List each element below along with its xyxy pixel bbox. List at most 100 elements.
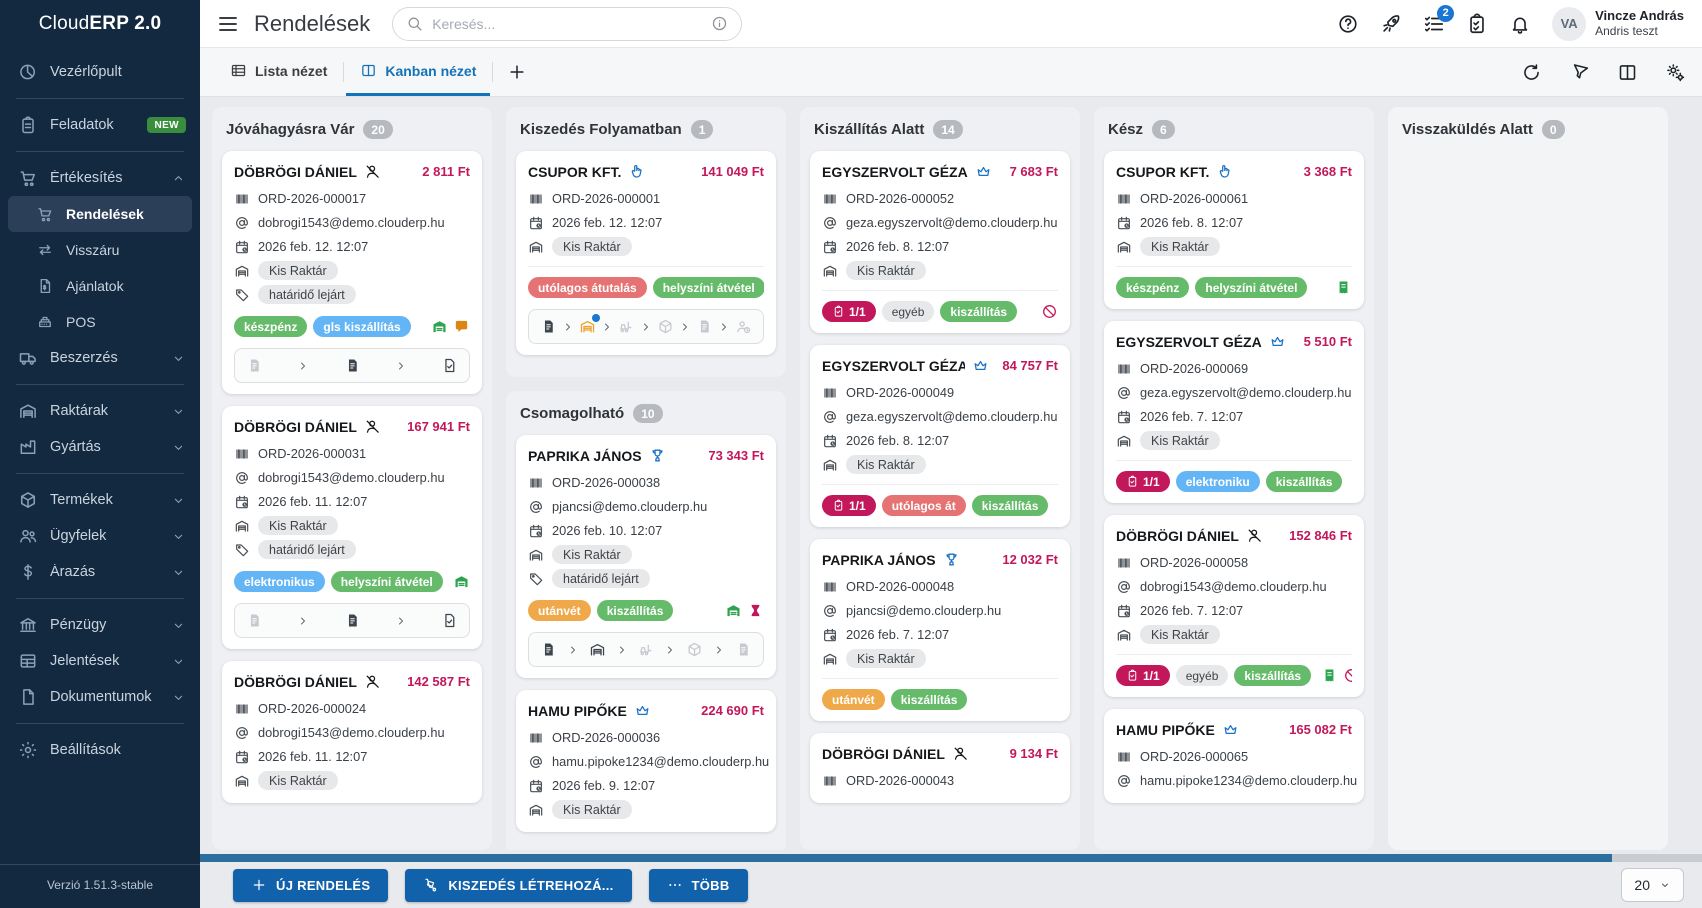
tab-kanban-view[interactable]: Kanban nézet: [346, 48, 491, 96]
warehouse-icon: [1116, 433, 1132, 449]
help-icon[interactable]: [1337, 13, 1359, 35]
sidebar-item-feladatok[interactable]: Feladatok NEW: [0, 107, 200, 143]
sidebar-item-label: Ügyfelek: [50, 528, 107, 544]
sidebar-item-beszerz-s[interactable]: Beszerzés: [0, 340, 200, 376]
order-total: 152 846 Ft: [1289, 528, 1352, 543]
calendar-icon: [822, 239, 838, 255]
order-card-header: CSUPOR KFT. 141 049 Ft: [528, 163, 764, 180]
order-card[interactable]: CSUPOR KFT. 3 368 Ft ORD-2026-000061 2026 f…: [1104, 151, 1364, 309]
columns-icon[interactable]: [1617, 62, 1638, 83]
order-card[interactable]: HAMU PIPŐKE 165 082 Ft ORD-2026-000065 hamu…: [1104, 709, 1364, 803]
order-card-row: hamu.pipoke1234@demo.clouderp.hu: [528, 750, 769, 773]
barcode-icon: [234, 701, 250, 717]
new-order-label: ÚJ RENDELÉS: [276, 877, 371, 893]
add-view-button[interactable]: [495, 48, 539, 96]
sidebar-item-rakt-rak[interactable]: Raktárak: [0, 393, 200, 429]
column-title: Kész: [1108, 121, 1144, 138]
sidebar-item-dokumentumok[interactable]: Dokumentumok: [0, 679, 200, 715]
status-icons: [449, 573, 470, 590]
sidebar-item--raz-s[interactable]: Árazás: [0, 554, 200, 590]
workflow-progress: [528, 632, 764, 667]
filter-icon[interactable]: [1569, 62, 1590, 83]
order-card[interactable]: EGYSZERVOLT GÉZA 7 683 Ft ORD-2026-000052 g…: [810, 151, 1070, 333]
scrollbar-thumb[interactable]: [200, 854, 1612, 862]
sidebar-item-aj-nlatok[interactable]: Ajánlatok: [0, 268, 200, 304]
workflow-progress: [234, 348, 470, 383]
column-title: Jóváhagyásra Vár: [226, 121, 355, 138]
sidebar-divider: [16, 384, 184, 385]
barcode-icon: [234, 191, 250, 207]
register-icon: [36, 313, 54, 331]
order-tag-pill: helyszíni átvétel: [1195, 277, 1308, 298]
order-card-row: geza.egyszervolt@demo.clouderp.hu: [822, 211, 1058, 234]
order-tag-pill: 1/1: [822, 495, 876, 516]
order-card-row: geza.egyszervolt@demo.clouderp.hu: [822, 405, 1058, 428]
order-card-header: EGYSZERVOLT GÉZA 7 683 Ft: [822, 163, 1058, 180]
order-card[interactable]: HAMU PIPŐKE 224 690 Ft ORD-2026-000036 hamu…: [516, 690, 776, 832]
sidebar-item-be-ll-t-sok[interactable]: Beállítások: [0, 732, 200, 768]
menu-icon[interactable]: [216, 12, 240, 36]
search-input[interactable]: [432, 15, 703, 32]
order-tags-row: 1/1 elektroniku kiszállítás: [1116, 471, 1352, 492]
bell-icon[interactable]: [1509, 13, 1531, 35]
order-tag-pill: 1/1: [1116, 665, 1170, 686]
barcode-icon: [528, 730, 544, 746]
calendar-icon: [234, 749, 250, 765]
order-card[interactable]: DÖBRÖGI DÁNIEL 142 587 Ft ORD-2026-000024 d…: [222, 661, 482, 803]
more-button[interactable]: TÖBB: [648, 868, 748, 902]
order-tags-row: 1/1 egyéb kiszállítás: [822, 301, 1058, 322]
search-box[interactable]: [392, 6, 743, 41]
documents-icon: [18, 687, 38, 707]
clipboard-icon[interactable]: [1466, 13, 1488, 35]
order-card[interactable]: DÖBRÖGI DÁNIEL 152 846 Ft ORD-2026-000058 d…: [1104, 515, 1364, 697]
refresh-icon[interactable]: [1521, 62, 1542, 83]
order-card-row: pjancsi@demo.clouderp.hu: [822, 599, 1058, 622]
sidebar-item-label: Értékesítés: [50, 170, 123, 186]
sidebar-item-pos[interactable]: POS: [0, 304, 200, 340]
order-card[interactable]: EGYSZERVOLT GÉZA 5 510 Ft ORD-2026-000069 g…: [1104, 321, 1364, 503]
sidebar-item-rendel-sek[interactable]: Rendelések: [8, 196, 192, 232]
barcode-icon: [1116, 749, 1132, 765]
calendar-icon: [822, 433, 838, 449]
chevron-down-icon: [171, 654, 186, 669]
avatar[interactable]: VA: [1552, 6, 1587, 41]
order-card[interactable]: DÖBRÖGI DÁNIEL 167 941 Ft ORD-2026-000031 d…: [222, 406, 482, 649]
person-off-icon: [952, 745, 969, 762]
at-icon: [528, 499, 544, 515]
order-card[interactable]: DÖBRÖGI DÁNIEL 9 134 Ft ORD-2026-000043: [810, 733, 1070, 803]
create-picking-button[interactable]: KISZEDÉS LÉTREHOZÁ...: [405, 868, 632, 902]
new-order-button[interactable]: ÚJ RENDELÉS: [233, 868, 389, 902]
order-card-header: HAMU PIPŐKE 224 690 Ft: [528, 702, 764, 719]
order-card[interactable]: PAPRIKA JÁNOS 73 343 Ft ORD-2026-000038 pja…: [516, 435, 776, 678]
sidebar-item--rt-kes-t-s[interactable]: Értékesítés: [0, 160, 200, 196]
order-card[interactable]: CSUPOR KFT. 141 049 Ft ORD-2026-000001 2026…: [516, 151, 776, 355]
plus-icon: [251, 877, 267, 893]
tab-kanban-label: Kanban nézet: [385, 62, 477, 79]
tab-list-view[interactable]: Lista nézet: [216, 48, 341, 96]
sidebar-item-vez-rl-pult[interactable]: Vezérlőpult: [0, 54, 200, 90]
search-info-icon[interactable]: [711, 15, 728, 32]
checklist-icon[interactable]: 2: [1423, 4, 1455, 35]
user-menu[interactable]: VA Vincze András Andris teszt: [1552, 6, 1684, 41]
order-card-row: 2026 feb. 9. 12:07: [528, 774, 764, 797]
order-card[interactable]: DÖBRÖGI DÁNIEL 2 811 Ft ORD-2026-000017 dob…: [222, 151, 482, 394]
page-size-select[interactable]: 20: [1621, 868, 1684, 902]
sidebar-item-term-kek[interactable]: Termékek: [0, 482, 200, 518]
sidebar-item-gy-rt-s[interactable]: Gyártás: [0, 429, 200, 465]
board-settings-icon[interactable]: [1665, 62, 1686, 83]
sidebar-item--gyfelek[interactable]: Ügyfelek: [0, 518, 200, 554]
pricing-icon: [18, 562, 38, 582]
person-off-icon: [364, 418, 381, 435]
board-toolbar: [1521, 48, 1686, 96]
rocket-icon[interactable]: [1380, 13, 1402, 35]
sidebar-item-label: Rendelések: [66, 206, 144, 222]
order-card[interactable]: PAPRIKA JÁNOS 12 032 Ft ORD-2026-000048 pja…: [810, 539, 1070, 721]
customer-name: PAPRIKA JÁNOS: [528, 447, 642, 464]
person-off-icon: [364, 163, 381, 180]
sidebar-item-jelent-sek[interactable]: Jelentések: [0, 643, 200, 679]
sidebar-item-vissz-ru[interactable]: Visszáru: [0, 232, 200, 268]
note-icon: [344, 357, 361, 374]
sidebar-item-p-nz-gy[interactable]: Pénzügy: [0, 607, 200, 643]
order-tags-row: készpénz gls kiszállítás: [234, 316, 470, 337]
order-card[interactable]: EGYSZERVOLT GÉZA 84 757 Ft ORD-2026-000049…: [810, 345, 1070, 527]
